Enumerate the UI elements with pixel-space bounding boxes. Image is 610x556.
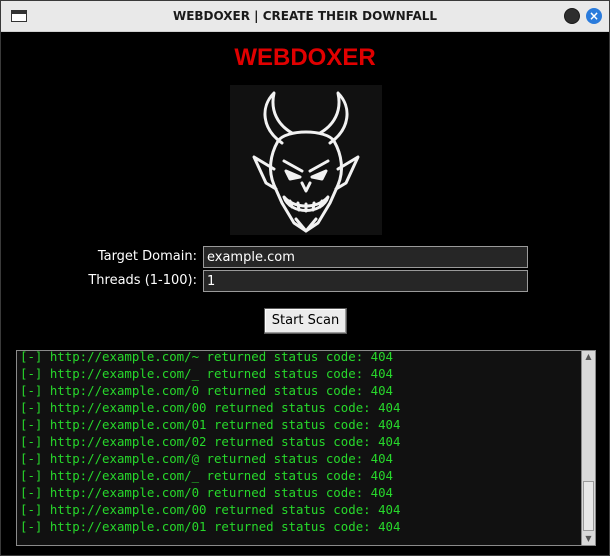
scroll-up-icon[interactable]: ▲ bbox=[582, 351, 595, 363]
log-line: [-] http://example.com/_ returned status… bbox=[20, 468, 393, 483]
log-line: [-] http://example.com/0 returned status… bbox=[20, 485, 393, 500]
log-line: [-] http://example.com/~ returned status… bbox=[20, 350, 393, 364]
log-line: [-] http://example.com/@ returned status… bbox=[20, 451, 393, 466]
domain-input[interactable] bbox=[203, 246, 528, 268]
log-line: [-] http://example.com/00 returned statu… bbox=[20, 502, 401, 517]
app-heading: WEBDOXER bbox=[234, 44, 376, 71]
domain-label: Target Domain: bbox=[97, 249, 197, 264]
start-scan-button[interactable]: Start Scan bbox=[264, 308, 347, 334]
threads-label: Threads (1-100): bbox=[88, 273, 197, 288]
output-log[interactable]: [-] http://example.com/~ returned status… bbox=[16, 350, 596, 546]
log-line: [-] http://example.com/01 returned statu… bbox=[20, 519, 401, 534]
log-lines: [-] http://example.com/~ returned status… bbox=[20, 350, 401, 535]
scroll-thumb[interactable] bbox=[583, 481, 594, 531]
log-line: [-] http://example.com/_ returned status… bbox=[20, 366, 393, 381]
devil-face-icon bbox=[230, 85, 382, 235]
title-bar[interactable]: WEBDOXER | CREATE THEIR DOWNFALL × bbox=[1, 1, 609, 32]
minimize-button[interactable] bbox=[564, 8, 580, 24]
log-line: [-] http://example.com/0 returned status… bbox=[20, 383, 393, 398]
log-line: [-] http://example.com/01 returned statu… bbox=[20, 417, 401, 432]
vertical-scrollbar[interactable]: ▲ ▼ bbox=[581, 351, 595, 545]
scroll-down-icon[interactable]: ▼ bbox=[582, 533, 595, 545]
threads-input[interactable] bbox=[203, 270, 528, 292]
window-title: WEBDOXER | CREATE THEIR DOWNFALL bbox=[172, 9, 438, 23]
log-line: [-] http://example.com/00 returned statu… bbox=[20, 400, 401, 415]
log-line: [-] http://example.com/02 returned statu… bbox=[20, 434, 401, 449]
close-button[interactable]: × bbox=[586, 8, 602, 24]
app-window: WEBDOXER | CREATE THEIR DOWNFALL × WEBDO… bbox=[0, 0, 610, 556]
